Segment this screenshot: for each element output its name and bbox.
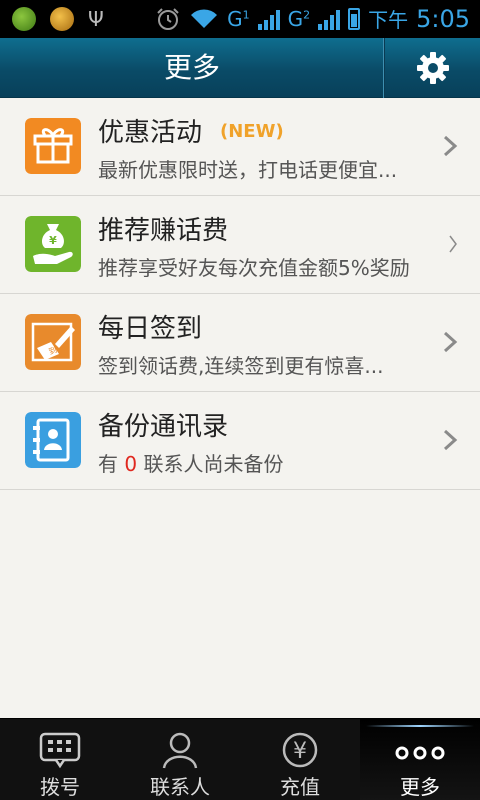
clock-time: 5:05 (416, 4, 470, 33)
unbacked-count: 0 (124, 452, 138, 476)
chevron-right-icon (449, 235, 457, 253)
network-type-2: G2 (287, 6, 311, 31)
tab-label: 联系人 (150, 775, 210, 799)
item-title: 每日签到 (98, 314, 203, 344)
item-subtitle: 最新优惠限时送，打电话更便宜... (98, 158, 398, 182)
app-notification-icon-2 (50, 7, 74, 31)
money-bag-hand-icon: ¥ (25, 216, 81, 272)
more-menu-list: 优惠活动 (NEW) 最新优惠限时送，打电话更便宜... ¥ 推荐赚话费 推荐享受… (0, 98, 480, 490)
item-title: 备份通讯录 (98, 412, 229, 442)
wifi-icon (191, 8, 218, 28)
item-subtitle: 推荐享受好友每次充值金额5%奖励 (98, 256, 410, 280)
gift-icon (25, 118, 81, 174)
tab-contacts[interactable]: 联系人 (120, 719, 240, 800)
chevron-right-icon (443, 429, 458, 451)
alarm-icon (157, 7, 179, 30)
item-subtitle: 有 0 联系人尚未备份 (98, 452, 284, 476)
signal-2-icon (318, 8, 341, 30)
tab-recharge[interactable]: ¥ 充值 (240, 719, 360, 800)
title-divider (383, 38, 385, 98)
svg-text:¥: ¥ (49, 234, 57, 247)
chevron-right-icon (443, 331, 458, 353)
tab-label: 拨号 (40, 775, 80, 799)
list-item-promotions[interactable]: 优惠活动 (NEW) 最新优惠限时送，打电话更便宜... (0, 98, 480, 196)
list-item-backup-contacts[interactable]: 备份通讯录 有 0 联系人尚未备份 (0, 392, 480, 490)
svg-text:¥: ¥ (293, 739, 307, 764)
more-dots-icon (395, 746, 445, 760)
app-notification-icon (12, 7, 36, 31)
checkin-tag-icon: 到 (25, 314, 81, 370)
bottom-tab-bar: 拨号 联系人 ¥ 充值 更多 (0, 718, 480, 800)
chevron-right-icon (443, 135, 458, 157)
page-title: 更多 (163, 51, 220, 84)
dialpad-icon (39, 732, 81, 769)
address-book-icon (25, 412, 81, 468)
network-type-1: G1 (227, 6, 250, 31)
item-subtitle: 签到领话费,连续签到更有惊喜... (98, 354, 384, 378)
settings-button[interactable] (386, 38, 480, 98)
yuan-coin-icon: ¥ (282, 732, 318, 768)
new-badge: (NEW) (220, 121, 284, 142)
list-item-daily-checkin[interactable]: 到 每日签到 签到领话费,连续签到更有惊喜... (0, 294, 480, 392)
tab-dial[interactable]: 拨号 (0, 719, 120, 800)
clock-ampm: 下午 (368, 8, 409, 32)
tab-label: 更多 (400, 775, 440, 799)
usb-icon: Ψ (88, 7, 104, 31)
signal-1-icon (257, 8, 280, 30)
item-title: 推荐赚话费 (98, 216, 229, 246)
gear-icon (417, 52, 449, 84)
list-item-referral[interactable]: ¥ 推荐赚话费 推荐享受好友每次充值金额5%奖励 (0, 196, 480, 294)
tab-more[interactable]: 更多 (360, 719, 480, 800)
title-bar: 更多 (0, 38, 480, 98)
status-bar: Ψ G1 G2 下午 5:05 (0, 0, 480, 38)
battery-icon (348, 7, 361, 30)
item-title: 优惠活动 (98, 118, 203, 148)
tab-label: 充值 (280, 775, 320, 799)
person-icon (162, 732, 198, 769)
